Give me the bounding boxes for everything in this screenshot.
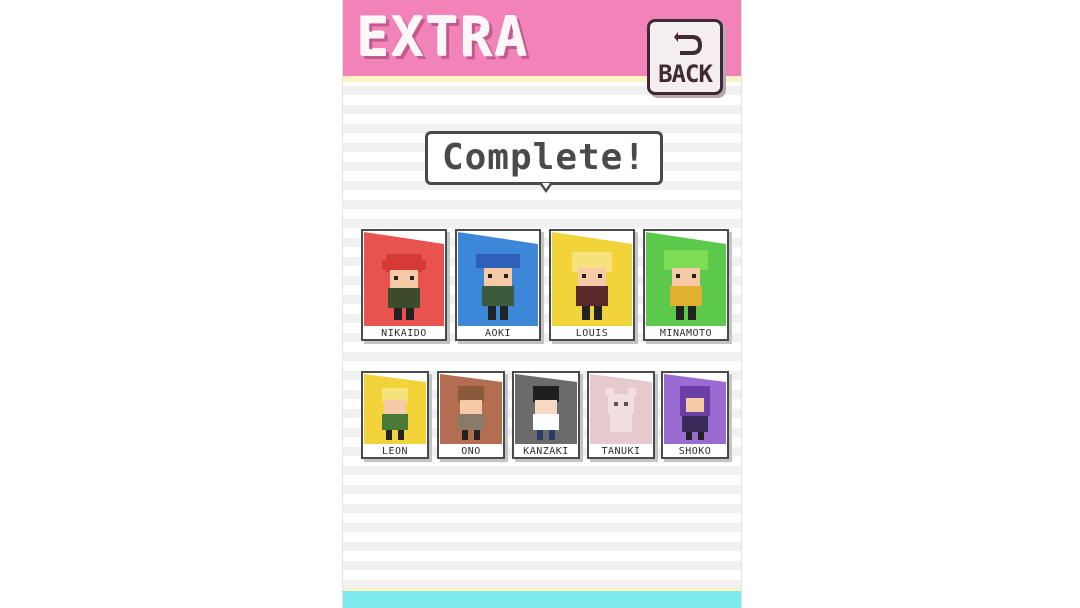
- tanuki-character-icon: [590, 374, 652, 444]
- footer-bar: [343, 588, 741, 608]
- redhead-character-icon: [364, 232, 444, 326]
- character-name: SHOKO: [678, 446, 712, 457]
- black-hair-character-icon: [515, 374, 577, 444]
- blonde-character-icon: [552, 232, 632, 326]
- character-card[interactable]: MINAMOTO: [643, 229, 729, 341]
- back-arrow-icon: [674, 32, 702, 55]
- back-label: BACK: [658, 60, 713, 88]
- character-name: NIKAIDO: [381, 328, 427, 339]
- green-hair-character-icon: [646, 232, 726, 326]
- blue-cap-character-icon: [458, 232, 538, 326]
- complete-banner: Complete!: [425, 131, 663, 185]
- character-name: LOUIS: [575, 328, 609, 339]
- brown-hair-character-icon: [440, 374, 502, 444]
- character-card[interactable]: KANZAKI: [512, 371, 580, 459]
- speech-bubble-tail: [539, 183, 553, 193]
- character-name: LEON: [381, 446, 409, 457]
- back-button[interactable]: BACK: [647, 19, 723, 95]
- page-title: EXTRA: [357, 6, 530, 69]
- character-name: KANZAKI: [523, 446, 569, 457]
- character-name: TANUKI: [601, 446, 641, 457]
- game-screen: EXTRA BACK Complete! NIKAIDO AOKI LOUIS …: [342, 0, 742, 608]
- character-card[interactable]: LOUIS: [549, 229, 635, 341]
- character-name: AOKI: [484, 328, 512, 339]
- character-card[interactable]: SHOKO: [661, 371, 729, 459]
- character-card[interactable]: TANUKI: [587, 371, 655, 459]
- character-card[interactable]: NIKAIDO: [361, 229, 447, 341]
- character-name: MINAMOTO: [659, 328, 713, 339]
- character-name: ONO: [461, 446, 481, 457]
- character-card[interactable]: LEON: [361, 371, 429, 459]
- blonde-boy-character-icon: [364, 374, 426, 444]
- complete-text: Complete!: [441, 137, 647, 178]
- purple-hair-character-icon: [664, 374, 726, 444]
- character-card[interactable]: ONO: [437, 371, 505, 459]
- character-card[interactable]: AOKI: [455, 229, 541, 341]
